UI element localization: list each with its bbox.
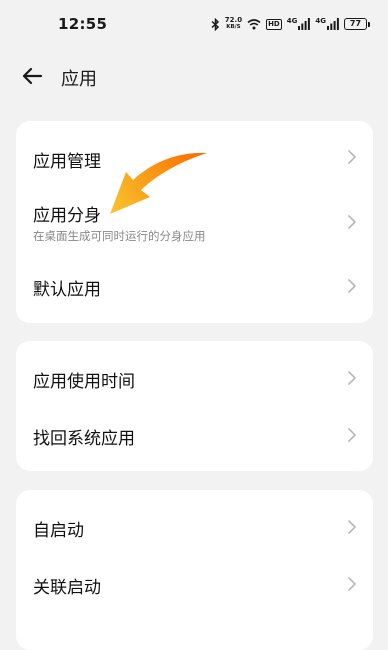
app-header: 应用 xyxy=(0,56,388,96)
hd-badge: HD xyxy=(266,18,282,30)
signal-sim2: 4G xyxy=(315,18,339,30)
menu-item-title: 应用使用时间 xyxy=(33,372,135,392)
battery-level: 77 xyxy=(344,18,367,30)
network-speed-value: 72.0 xyxy=(224,16,243,24)
menu-item-title: 关联启动 xyxy=(33,578,101,598)
signal-bars-icon xyxy=(327,18,339,30)
menu-item-app-management[interactable]: 应用管理 xyxy=(16,121,373,193)
menu-item-subtitle: 在桌面生成可同时运行的分身应用 xyxy=(33,229,206,243)
settings-group-1: 应用管理 应用分身 在桌面生成可同时运行的分身应用 默认应用 xyxy=(16,121,373,323)
signal-bars-icon xyxy=(298,18,311,30)
chevron-right-icon xyxy=(348,428,356,442)
menu-item-restore-system-apps[interactable]: 找回系统应用 xyxy=(16,411,373,471)
menu-item-title: 应用分身 xyxy=(33,206,101,226)
menu-item-app-clone[interactable]: 应用分身 在桌面生成可同时运行的分身应用 xyxy=(16,193,373,259)
chevron-right-icon xyxy=(348,371,356,385)
page-title: 应用 xyxy=(61,69,97,90)
settings-group-3: 自启动 关联启动 xyxy=(16,490,373,650)
sim1-label: 4G xyxy=(286,17,298,25)
menu-item-title: 应用管理 xyxy=(33,152,101,172)
battery-icon: 77 xyxy=(344,18,370,30)
menu-item-title: 自启动 xyxy=(33,521,84,541)
battery-tip xyxy=(368,21,370,27)
wifi-icon xyxy=(247,19,261,30)
bluetooth-icon xyxy=(211,17,219,31)
status-time: 12:55 xyxy=(58,15,108,33)
chevron-right-icon xyxy=(348,215,356,229)
menu-item-title: 找回系统应用 xyxy=(33,429,135,449)
menu-item-app-usage-time[interactable]: 应用使用时间 xyxy=(16,341,373,411)
chevron-right-icon xyxy=(348,577,356,591)
chevron-right-icon xyxy=(348,150,356,164)
menu-item-auto-start[interactable]: 自启动 xyxy=(16,490,373,560)
network-speed: 72.0 KB/S xyxy=(225,17,242,31)
chevron-right-icon xyxy=(348,520,356,534)
status-bar: 12:55 72.0 KB/S HD 4G 4G 77 xyxy=(0,0,388,48)
back-arrow-icon[interactable] xyxy=(20,64,44,88)
chevron-right-icon xyxy=(348,279,356,293)
menu-item-title: 默认应用 xyxy=(33,280,101,300)
status-icons: 72.0 KB/S HD 4G 4G 77 xyxy=(211,14,370,34)
signal-sim1: 4G xyxy=(287,18,311,30)
menu-item-associated-start[interactable]: 关联启动 xyxy=(16,560,373,620)
menu-item-default-apps[interactable]: 默认应用 xyxy=(16,259,373,323)
sim2-label: 4G xyxy=(315,17,326,25)
network-speed-unit: KB/S xyxy=(226,24,241,30)
settings-group-2: 应用使用时间 找回系统应用 xyxy=(16,341,373,471)
